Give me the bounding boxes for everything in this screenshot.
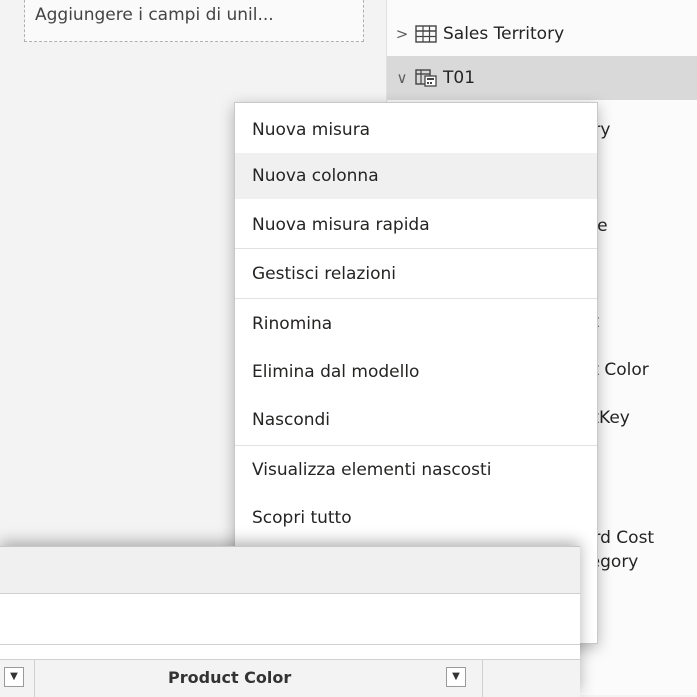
menu-item-nuova-misura-rapida[interactable]: Nuova misura rapida <box>235 202 597 248</box>
menu-item-rinomina[interactable]: Rinomina <box>235 301 597 347</box>
column-header-product-color[interactable]: Product Color <box>168 668 291 687</box>
column-separator[interactable] <box>34 660 35 697</box>
chevron-down-icon[interactable]: ∨ <box>393 69 411 87</box>
menu-item-scopri-tutto[interactable]: Scopri tutto <box>235 495 597 541</box>
table-label: Sales Territory <box>443 24 565 44</box>
table-icon <box>415 25 437 43</box>
drop-hint-text: Aggiungere i campi di unil... <box>35 5 274 25</box>
column-filter-button[interactable]: ▼ <box>446 667 466 687</box>
dropdown-arrow-icon: ▼ <box>452 671 460 682</box>
menu-separator <box>235 248 597 249</box>
menu-item-nuova-misura[interactable]: Nuova misura <box>235 107 597 153</box>
menu-item-nuova-colonna[interactable]: Nuova colonna <box>235 153 597 199</box>
grid-column-header-row: ▼ Product Color ▼ <box>0 659 580 697</box>
table-t01[interactable]: ∨ T01 <box>387 56 697 100</box>
table-label: T01 <box>443 68 476 88</box>
menu-item-elimina-dal-modello[interactable]: Elimina dal modello <box>235 349 597 395</box>
menu-item-nascondi[interactable]: Nascondi <box>235 397 597 443</box>
column-separator[interactable] <box>482 660 483 697</box>
data-grid-window: ▼ Product Color ▼ <box>0 546 580 697</box>
column-filter-button[interactable]: ▼ <box>4 667 24 687</box>
menu-item-gestisci-relazioni[interactable]: Gestisci relazioni <box>235 251 597 297</box>
grid-toolbar <box>0 594 580 645</box>
menu-separator <box>235 445 597 446</box>
menu-separator <box>235 298 597 299</box>
field-drop-zone[interactable]: Aggiungere i campi di unil... <box>24 0 364 42</box>
window-title-bar[interactable] <box>0 547 580 594</box>
chevron-right-icon[interactable]: > <box>393 25 411 43</box>
table-sales-territory[interactable]: > Sales Territory <box>387 12 697 56</box>
calculated-table-icon <box>415 69 437 87</box>
dropdown-arrow-icon: ▼ <box>10 671 18 682</box>
menu-item-visualizza-elementi-nascosti[interactable]: Visualizza elementi nascosti <box>235 447 597 493</box>
